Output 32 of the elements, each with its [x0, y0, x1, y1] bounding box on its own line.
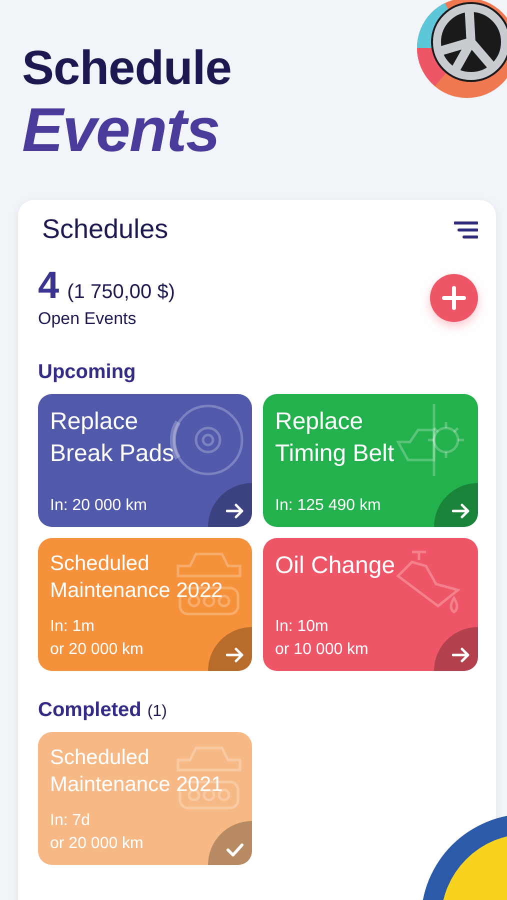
event-title: Oil Change	[275, 551, 396, 581]
event-card[interactable]: Scheduled Maintenance 2021 In: 7d or 20 000 km	[38, 732, 252, 865]
section-title: Completed	[38, 699, 142, 722]
add-button[interactable]	[430, 274, 478, 322]
event-title: Replace Break Pads	[50, 407, 174, 469]
section-title: Upcoming	[38, 361, 136, 384]
event-detail: In: 20 000 km	[50, 496, 147, 516]
count-label: Open Events	[38, 309, 138, 329]
event-amount: (1 750,00 $)	[67, 281, 175, 304]
check-icon	[226, 843, 244, 857]
hero-subtitle: Events	[22, 98, 220, 164]
event-card[interactable]: Replace Break Pads In: 20 000 km	[38, 394, 252, 527]
arrow-right-icon	[452, 647, 470, 663]
panel-title: Schedules	[42, 214, 168, 245]
event-detail: In: 7d or 20 000 km	[50, 811, 144, 854]
event-detail: In: 125 490 km	[275, 496, 381, 516]
hero-title: Schedule	[22, 41, 232, 97]
arrow-right-icon	[452, 503, 470, 519]
event-card[interactable]: Oil Change In: 10m or 10 000 km	[263, 538, 478, 671]
event-title: Replace Timing Belt	[275, 407, 394, 469]
arrow-right-icon	[226, 647, 244, 663]
arrow-right-icon	[226, 503, 244, 519]
event-title: Scheduled Maintenance 2022	[50, 551, 223, 604]
event-count: 4	[38, 267, 60, 305]
sort-icon[interactable]	[454, 220, 478, 238]
section-count: (1)	[147, 703, 167, 721]
event-detail: In: 10m or 10 000 km	[275, 617, 368, 660]
event-card[interactable]: Scheduled Maintenance 2022 In: 1m or 20 000 km	[38, 538, 252, 671]
event-detail: In: 1m or 20 000 km	[50, 617, 144, 660]
plus-icon	[442, 286, 466, 310]
event-title: Scheduled Maintenance 2021	[50, 745, 223, 798]
event-card[interactable]: Replace Timing Belt In: 125 490 km	[263, 394, 478, 527]
